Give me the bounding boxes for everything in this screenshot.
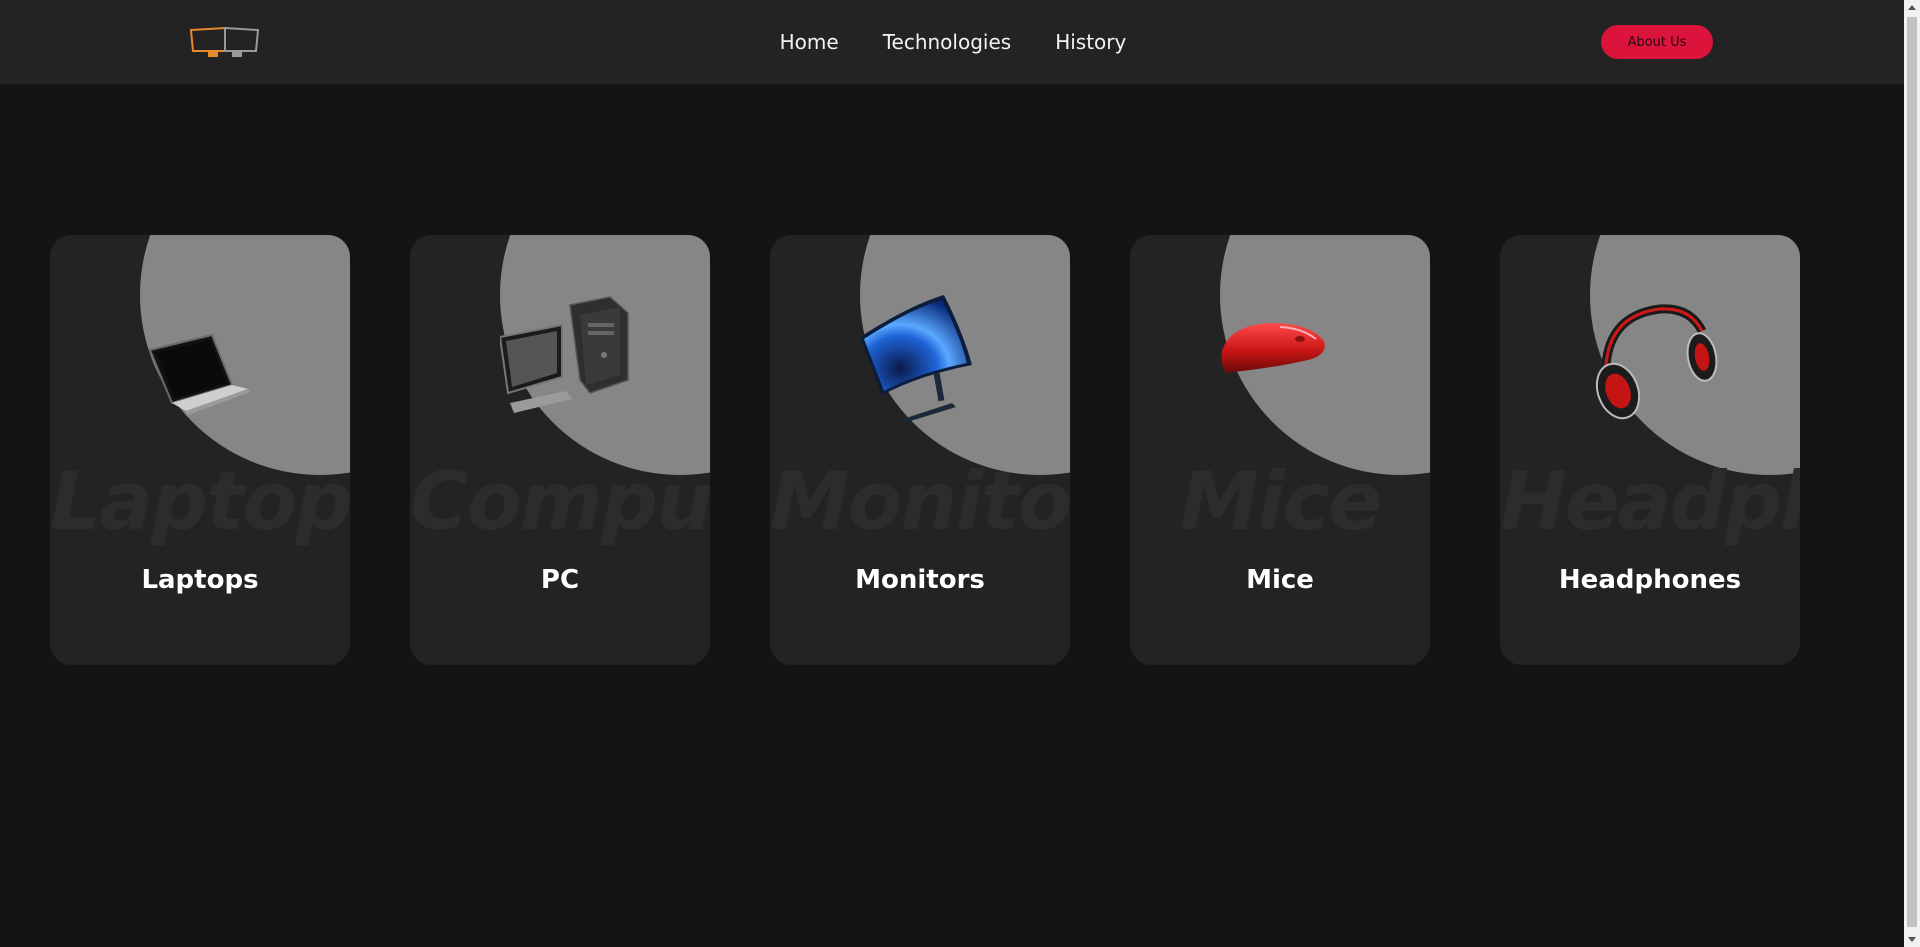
card-title: Monitors <box>855 565 985 595</box>
category-card-laptops[interactable]: Laptops Laptops <box>50 235 350 665</box>
card-ghost-text: Headphones <box>1500 455 1800 548</box>
card-ghost-text: Laptops <box>50 455 350 548</box>
page-scrollbar[interactable] <box>1904 0 1920 947</box>
desktop-pc-icon <box>500 296 629 413</box>
category-card-monitors[interactable]: Monitors Monitors <box>770 235 1070 665</box>
scroll-thumb[interactable] <box>1907 17 1917 927</box>
headphones-icon <box>1595 304 1718 420</box>
top-navbar: Home Technologies History About Us <box>0 0 1904 84</box>
nav-link-history[interactable]: History <box>1055 30 1126 54</box>
card-title: Mice <box>1246 565 1314 595</box>
card-ghost-text: Mice <box>1179 455 1383 548</box>
scroll-up-icon[interactable] <box>1908 5 1916 10</box>
card-ghost-text: Computer <box>410 455 710 548</box>
category-card-pc[interactable]: Computer PC <box>410 235 710 665</box>
card-title: Laptops <box>141 565 259 595</box>
mouse-icon <box>1221 323 1325 373</box>
nav-link-technologies[interactable]: Technologies <box>883 30 1011 54</box>
about-us-button[interactable]: About Us <box>1601 25 1713 59</box>
monitors-logo-icon[interactable] <box>188 25 262 59</box>
category-card-mice[interactable]: Mice Mice <box>1130 235 1430 665</box>
scroll-down-icon[interactable] <box>1908 937 1916 942</box>
monitor-icon <box>860 295 972 423</box>
card-title: Headphones <box>1558 565 1742 595</box>
laptop-icon <box>148 333 250 415</box>
category-card-headphones[interactable]: Headphones Headphones <box>1500 235 1800 665</box>
card-title: PC <box>540 565 580 595</box>
card-ghost-text: Monitors <box>770 455 1070 548</box>
nav-link-home[interactable]: Home <box>780 30 839 54</box>
